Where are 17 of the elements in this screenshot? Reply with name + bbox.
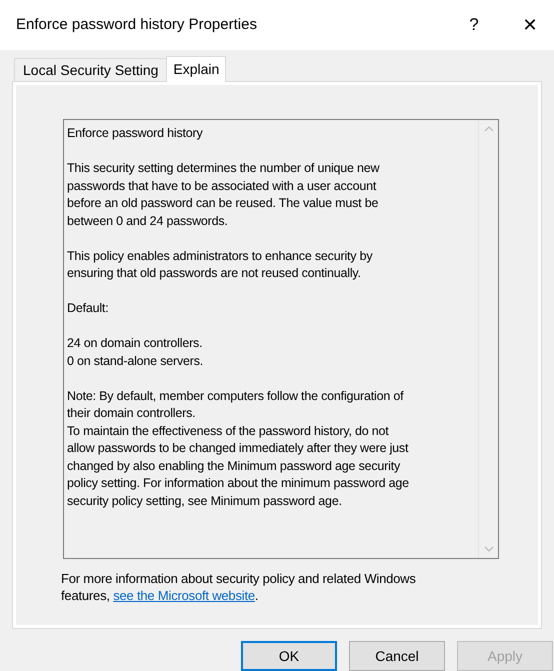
explain-paragraph: Default:	[67, 300, 110, 317]
close-button[interactable]: ✕	[510, 12, 550, 38]
explain-paragraph: 24 on domain controllers. 0 on stand-alone servers.	[67, 335, 204, 370]
more-info-text: For more information about security policy and related Windows features, see the Microsoft website.	[61, 570, 417, 604]
microsoft-website-link[interactable]: see the Microsoft website	[113, 588, 255, 603]
tab[interactable]: Local Security Setting	[14, 58, 166, 81]
explain-paragraph: This policy enables administrators to enhance security by ensuring that old passwords are not reused continually.	[67, 248, 374, 282]
explain-paragraph: This security setting determines the number of unique new passwords that have to be associated with a user account before an old password can be reused. The value must be between 0 and 24 passwords.	[67, 160, 380, 230]
explain-paragraph: Enforce password history	[67, 125, 204, 142]
scroll-down-icon[interactable]	[484, 546, 494, 552]
help-button[interactable]: ?	[454, 12, 494, 38]
dialog-button[interactable]: OK	[241, 641, 337, 671]
dialog-button[interactable]: Cancel	[349, 641, 445, 671]
window-title: Enforce password history Properties	[16, 14, 258, 35]
tab[interactable]: Explain	[166, 56, 226, 82]
explain-paragraph: Note: By default, member computers follow the configuration of their domain controllers. To maintain the effectiveness of the password history, do not allow passwords to be changed immediately after they were just changed by also enabling the Minimum password age security policy setting. For information about the minimum password age security policy setting, see Minimum password age.	[67, 388, 410, 510]
scroll-up-icon[interactable]	[484, 126, 494, 132]
